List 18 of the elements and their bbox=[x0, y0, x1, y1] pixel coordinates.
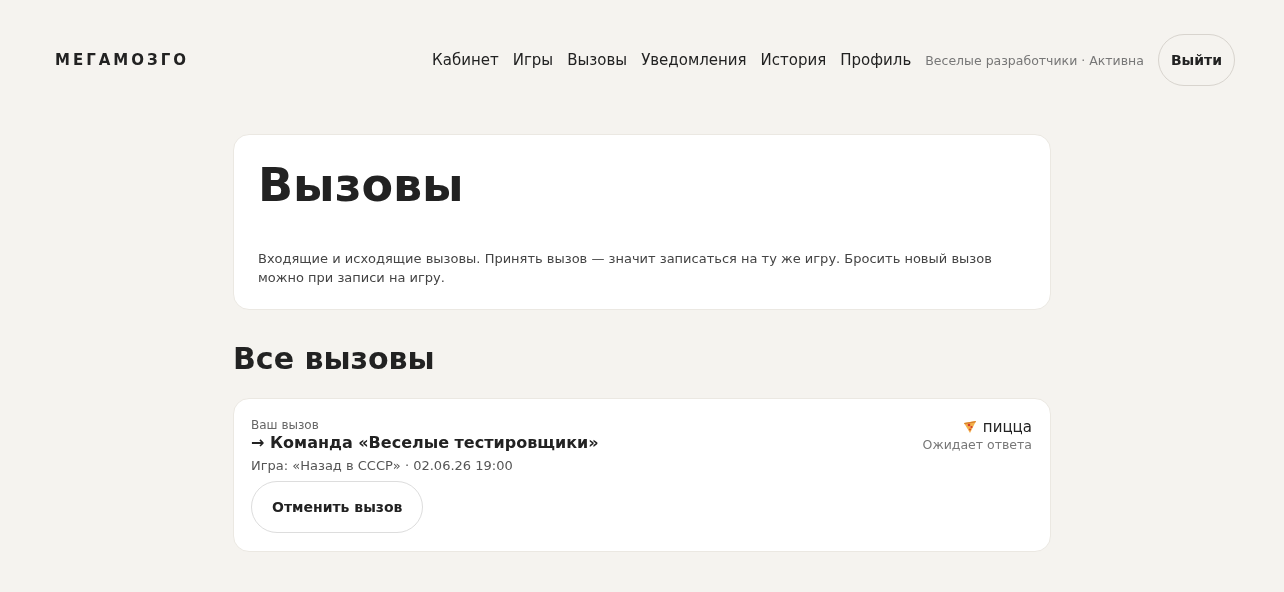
nav-link[interactable]: Игры bbox=[512, 51, 554, 69]
page-description: Входящие и исходящие вызовы. Принять вызов — значит записаться на ту же игру. Бросить новый вызов можно при записи на игру. bbox=[258, 250, 993, 287]
challenge-label: Ваш вызов bbox=[251, 418, 319, 432]
nav-link[interactable]: История bbox=[760, 51, 827, 69]
page-title: Вызовы bbox=[258, 157, 465, 213]
nav-link[interactable]: Уведомления bbox=[641, 51, 747, 69]
stake-text: пицца bbox=[982, 418, 1032, 436]
logo[interactable]: МЕГАМОЗГО bbox=[55, 51, 189, 69]
team-name: → Команда «Веселые тестировщики» bbox=[251, 433, 599, 452]
team-status: Веселые разработчики · Активна bbox=[925, 52, 1144, 68]
challenge-status: Ожидает ответа bbox=[922, 437, 1032, 452]
nav-link[interactable]: Вызовы bbox=[567, 51, 628, 69]
cancel-button[interactable]: Отменить вызов bbox=[251, 481, 424, 533]
nav-link[interactable]: Кабинет bbox=[432, 51, 499, 69]
section-title: Все вызовы bbox=[233, 342, 436, 376]
pizza-icon bbox=[961, 419, 978, 435]
nav-link[interactable]: Профиль bbox=[840, 51, 912, 69]
game-info: Игра: «Назад в СССР» · 02.06.26 19:00 bbox=[251, 458, 513, 473]
